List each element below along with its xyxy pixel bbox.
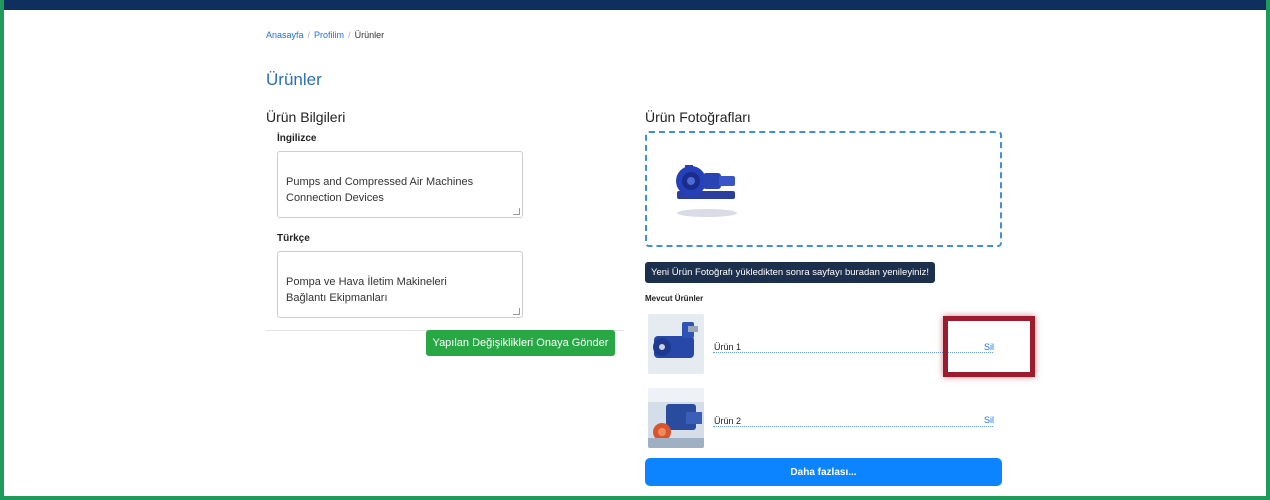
pump-photo: [676, 165, 737, 217]
product-photos-title: Ürün Fotoğrafları: [645, 109, 751, 125]
existing-products-heading: Mevcut Ürünler: [645, 294, 704, 303]
turkish-textarea[interactable]: Pompa ve Hava İletim Makineleri Bağlantı…: [277, 251, 523, 318]
product-1-thumbnail: [648, 314, 704, 374]
english-textarea[interactable]: Pumps and Compressed Air Machines Connec…: [277, 151, 523, 218]
breadcrumb-profile-link[interactable]: Profilim: [314, 30, 344, 40]
load-more-button[interactable]: Daha fazlası...: [645, 458, 1002, 486]
product-1-name: Ürün 1: [714, 342, 742, 352]
delete-highlight-box: [943, 316, 1035, 377]
refresh-page-button[interactable]: Yeni Ürün Fotoğrafı yükledikten sonra sa…: [645, 262, 935, 283]
photo-upload-dropzone[interactable]: [645, 131, 1002, 247]
product-2-thumbnail: [648, 388, 704, 448]
top-navbar: [4, 0, 1266, 10]
breadcrumb-separator: /: [307, 30, 311, 40]
product-2-delete-link[interactable]: Sil: [984, 415, 994, 425]
breadcrumb-separator: /: [348, 30, 351, 40]
product-2-name: Ürün 2: [714, 416, 742, 426]
resize-handle-icon[interactable]: [513, 308, 520, 315]
product-2-underline: [713, 426, 993, 427]
resize-handle-icon[interactable]: [513, 208, 520, 215]
pump-photo: [648, 388, 704, 448]
english-textarea-value: Pumps and Compressed Air Machines Connec…: [286, 176, 474, 204]
breadcrumb-current: Ürünler: [354, 30, 385, 40]
page-frame: Anasayfa / Profilim / Ürünler Ürünler Ürün B…: [4, 0, 1266, 496]
submit-changes-button[interactable]: Yapılan Değişiklikleri Onaya Gönder: [426, 330, 615, 356]
breadcrumb-home-link[interactable]: Anasayfa: [266, 30, 304, 40]
turkish-label: Türkçe: [277, 233, 310, 244]
english-label: İngilizce: [277, 133, 317, 144]
page-title: Ürünler: [266, 70, 322, 89]
turkish-textarea-value: Pompa ve Hava İletim Makineleri Bağlantı…: [286, 276, 447, 304]
breadcrumb: Anasayfa / Profilim / Ürünler: [266, 30, 384, 40]
product-info-title: Ürün Bilgileri: [266, 109, 346, 125]
pump-photo: [648, 314, 704, 374]
